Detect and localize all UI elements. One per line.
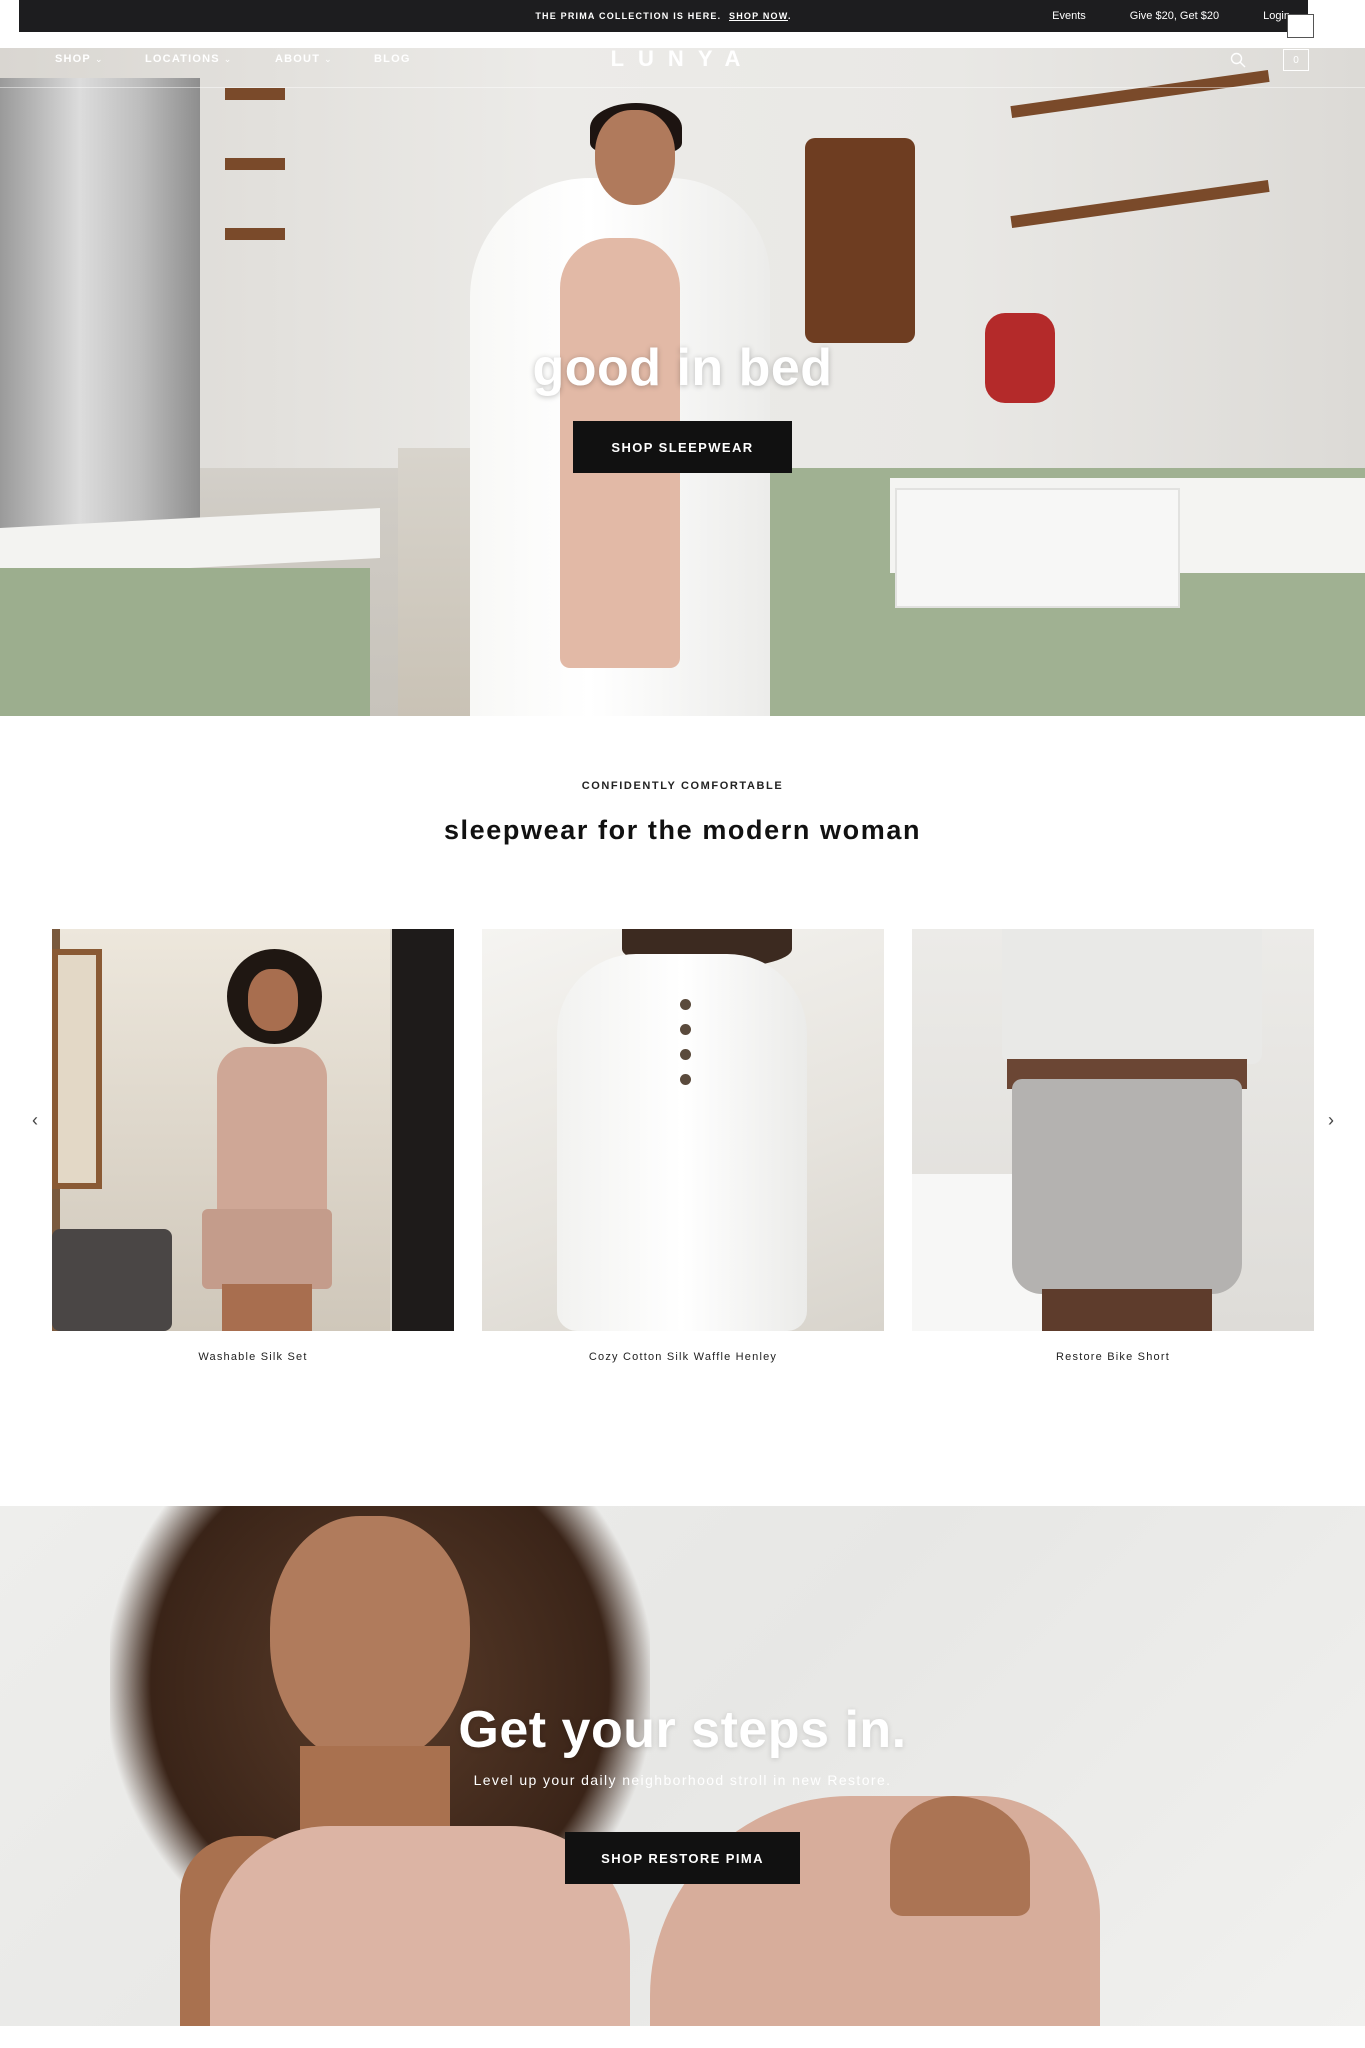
- announcement-text: THE PRIMA COLLECTION IS HERE.: [535, 11, 722, 21]
- product-image[interactable]: [52, 929, 454, 1331]
- chevron-right-icon[interactable]: ›: [1328, 1110, 1334, 1131]
- product-image-tee: [1002, 929, 1262, 1064]
- hero-title: good in bed: [532, 339, 833, 397]
- section-title: sleepwear for the modern woman: [443, 815, 922, 845]
- product-image-button: [680, 1074, 691, 1085]
- product-image-legs: [222, 1284, 312, 1331]
- product-image-shorts: [202, 1209, 332, 1289]
- promo-banner-image: [0, 1506, 1365, 2026]
- product-image-top: [217, 1047, 327, 1217]
- shop-restore-pima-button[interactable]: SHOP RESTORE PIMA: [565, 1832, 800, 1884]
- cart-button[interactable]: 0: [1283, 49, 1309, 71]
- hero-shelf: [225, 228, 285, 240]
- hero-fridge: [0, 78, 200, 548]
- announcement-period: .: [787, 11, 792, 21]
- cart-count: 0: [1293, 54, 1299, 66]
- brand-logo[interactable]: LUNYA: [0, 46, 1365, 72]
- announcement-shop-now-link[interactable]: SHOP NOW: [729, 11, 788, 21]
- product-image-head: [248, 969, 298, 1031]
- search-icon[interactable]: [1230, 52, 1246, 68]
- product-image-legs: [1042, 1289, 1212, 1331]
- hero-cabinet-left: [0, 568, 370, 716]
- section-eyebrow: CONFIDENTLY COMFORTABLE: [581, 780, 784, 792]
- product-image-shelf: [52, 949, 102, 1189]
- events-link[interactable]: Events: [1052, 10, 1086, 22]
- product-card[interactable]: Washable Silk Set: [52, 929, 454, 1363]
- utility-links: Events Give $20, Get $20 Login: [1052, 0, 1290, 32]
- product-image-button: [680, 999, 691, 1010]
- product-image[interactable]: [482, 929, 884, 1331]
- announcement-bar: THE PRIMA COLLECTION IS HERE. SHOP NOW. …: [19, 0, 1308, 32]
- product-image-chair: [52, 1229, 172, 1331]
- hero-sink: [895, 488, 1180, 608]
- shop-sleepwear-button[interactable]: SHOP SLEEPWEAR: [573, 421, 792, 473]
- product-card[interactable]: Restore Bike Short: [912, 929, 1314, 1363]
- product-name[interactable]: Cozy Cotton Silk Waffle Henley: [482, 1351, 884, 1363]
- promo-title: Get your steps in.: [458, 1701, 907, 1759]
- announcement-close-box[interactable]: [1287, 14, 1314, 38]
- product-card[interactable]: Cozy Cotton Silk Waffle Henley: [482, 929, 884, 1363]
- hero-shelf: [225, 158, 285, 170]
- hero-cutting-board: [805, 138, 915, 343]
- promo-subtitle: Level up your daily neighborhood stroll …: [473, 1772, 892, 1788]
- product-image-button: [680, 1049, 691, 1060]
- product-image[interactable]: [912, 929, 1314, 1331]
- hero-model-head: [595, 110, 675, 205]
- product-name[interactable]: Restore Bike Short: [912, 1351, 1314, 1363]
- product-image-sweater: [557, 954, 807, 1331]
- product-image-button: [680, 1024, 691, 1035]
- chevron-left-icon[interactable]: ‹: [32, 1110, 38, 1131]
- product-name[interactable]: Washable Silk Set: [52, 1351, 454, 1363]
- product-image-shorts: [1012, 1079, 1242, 1294]
- login-link[interactable]: Login: [1263, 10, 1290, 22]
- promo-model-leg: [650, 1796, 1100, 2026]
- referral-link[interactable]: Give $20, Get $20: [1130, 10, 1219, 22]
- hero-shelf: [225, 88, 285, 100]
